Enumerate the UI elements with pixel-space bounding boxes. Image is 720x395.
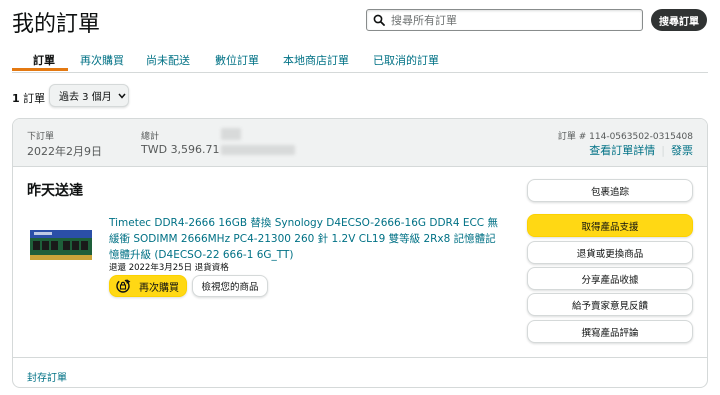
order-count: 1 訂單 [12,90,45,106]
order-count-suffix: 訂單 [19,92,46,105]
tab-cancelled-orders[interactable]: 已取消的訂單 [373,52,439,68]
tab-orders[interactable]: 訂單 [33,52,55,68]
buy-again-icon [116,279,131,293]
product-image[interactable] [30,227,92,263]
product-title-link[interactable]: Timetec DDR4-2666 16GB 替換 Synology D4ECS… [109,215,499,263]
seller-feedback-button[interactable]: 給予賣家意見反饋 [527,293,693,316]
time-filter-dropdown[interactable]: 過去 3 個月 [49,84,129,107]
order-count-number: 1 [12,92,20,105]
search-orders-button[interactable]: 搜尋訂單 [651,9,707,31]
order-total-value: TWD 3,596.71 [141,143,220,156]
link-divider: | [661,144,665,157]
tab-not-shipped[interactable]: 尚未配送 [146,52,190,68]
search-box[interactable] [366,9,643,31]
order-total-label: 總計 [141,132,160,142]
redacted-ship-to-label [221,128,241,140]
invoice-link[interactable]: 發票 [671,144,693,157]
chevron-down-icon [118,93,126,99]
return-or-replace-button[interactable]: 退貨或更換商品 [527,241,693,264]
write-review-button[interactable]: 撰寫產品評論 [527,320,693,343]
order-header: 下訂單 2022年2月9日 總計 TWD 3,596.71 訂單 # 114-0… [13,119,707,167]
buy-again-button[interactable]: 再次購買 [109,275,187,297]
order-number: 訂單 # 114-0563502-0315408 [557,132,693,142]
order-tabs: 訂單 再次購買 尚未配送 數位訂單 本地商店訂單 已取消的訂單 [12,48,708,73]
share-receipt-button[interactable]: 分享產品收據 [527,267,693,290]
tab-local-store-orders[interactable]: 本地商店訂單 [283,52,349,68]
order-placed-date: 2022年2月9日 [27,145,102,158]
track-package-button[interactable]: 包裹追踪 [527,179,693,202]
archive-order-link[interactable]: 封存訂單 [27,369,67,384]
search-input[interactable] [391,13,631,27]
redacted-ship-to-value [221,145,295,155]
order-placed-label: 下訂單 [27,132,55,142]
time-filter-label: 過去 3 個月 [59,92,112,103]
delivery-status: 昨天送達 [27,183,83,199]
view-your-item-button[interactable]: 檢視您的商品 [192,275,268,297]
view-order-details-link[interactable]: 查看訂單詳情 [589,144,655,157]
tab-buy-again[interactable]: 再次購買 [80,52,124,68]
tab-digital-orders[interactable]: 數位訂單 [215,52,259,68]
active-tab-indicator [12,68,68,71]
order-card: 下訂單 2022年2月9日 總計 TWD 3,596.71 訂單 # 114-0… [12,118,708,388]
get-product-support-button[interactable]: 取得產品支援 [527,214,693,237]
buy-again-label: 再次購買 [139,282,179,294]
return-eligibility: 退還 2022年3月25日 退貨資格 [109,263,229,273]
search-icon [373,14,385,26]
page-title: 我的訂單 [12,12,101,37]
card-divider [13,357,707,358]
